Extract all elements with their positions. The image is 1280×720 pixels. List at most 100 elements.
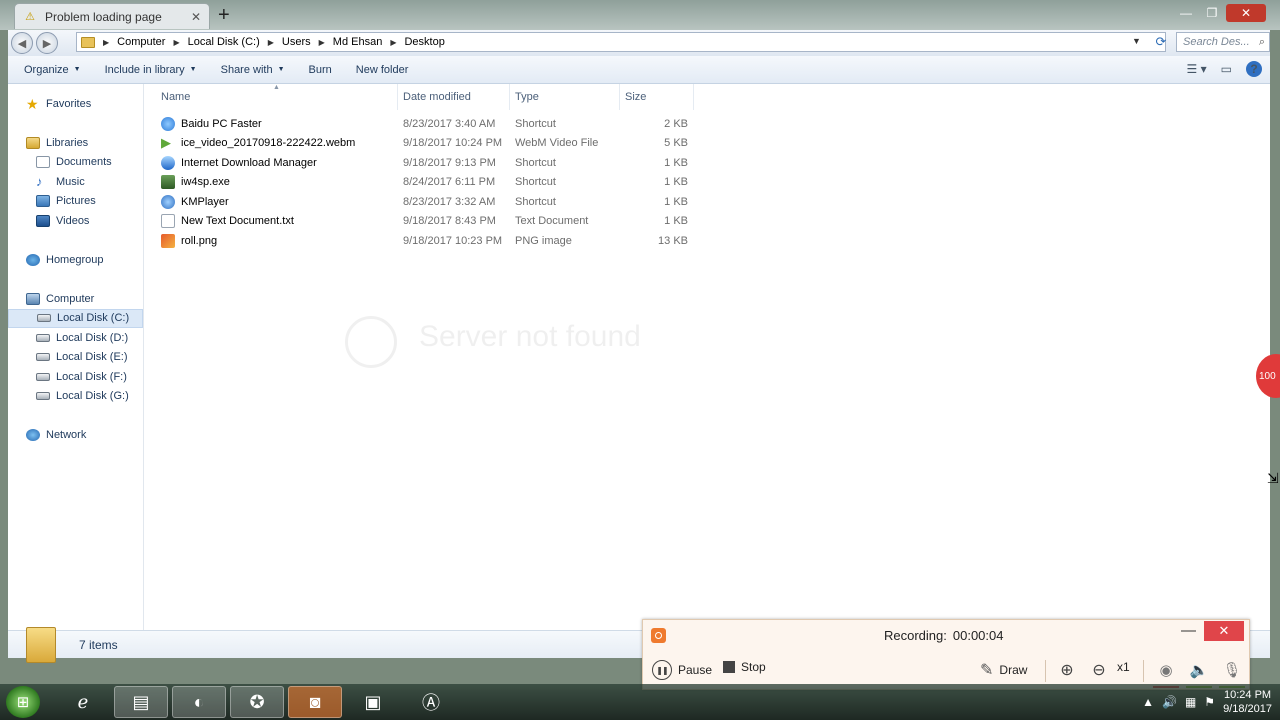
file-date: 8/24/2017 6:11 PM [403,176,496,189]
breadcrumb-item[interactable]: Desktop [404,36,444,48]
file-size: 1 KB [664,215,688,228]
column-header-date[interactable]: Date modified [398,84,510,110]
baidu-icon [161,116,175,131]
view-options-icon[interactable]: ☰ ▾ [1187,62,1207,76]
help-icon[interactable]: ? [1246,61,1262,77]
file-row[interactable]: KMPlayer 8/23/2017 3:32 AM Shortcut 1 KB [145,192,694,212]
burn-button[interactable]: Burn [309,64,332,76]
minimize-button[interactable]: — [1174,4,1198,22]
text-file-icon [161,214,175,229]
browser-tab[interactable]: ⚠ Problem loading page ✕ [14,3,210,29]
include-in-library-menu[interactable]: Include in library ▼ [105,64,197,76]
nav-drive-d[interactable]: Local Disk (D:) [8,328,143,348]
file-list: Baidu PC Faster 8/23/2017 3:40 AM Shortc… [145,114,694,251]
pause-button[interactable]: ❚❚ Pause [652,660,712,680]
internet-explorer-icon[interactable]: ℯ [56,686,110,718]
breadcrumb-chevron-icon[interactable]: ▶ [103,38,109,47]
draw-button[interactable]: ✎ Draw [980,660,1027,680]
maximize-button[interactable]: ❐ [1200,4,1224,22]
nav-label: Pictures [56,195,96,208]
breadcrumb-chevron-icon[interactable]: ▶ [173,38,179,47]
file-row[interactable]: ▶ ice_video_20170918-222422.webm 9/18/201… [145,134,694,154]
recorder-close-button[interactable]: ✕ [1204,621,1244,641]
show-hidden-icons-icon[interactable]: ▲ [1142,695,1154,709]
webcam-icon[interactable]: ◉ [1155,659,1177,681]
file-date: 9/18/2017 8:43 PM [403,215,496,228]
start-button[interactable]: ⊞ [6,686,40,718]
item-count: 7 items [79,638,118,652]
recorder-taskbar-icon[interactable]: ◙ [288,686,342,718]
new-folder-button[interactable]: New folder [356,64,409,76]
preview-pane-icon[interactable]: ▭ [1221,62,1232,76]
column-header-name[interactable]: Name [145,84,398,110]
file-date: 8/23/2017 3:40 AM [403,117,496,130]
nav-favorites[interactable]: ★ Favorites [8,94,143,114]
recorder-minimize-button[interactable]: — [1181,622,1196,639]
search-input[interactable]: Search Des... ⌕ [1176,32,1270,52]
search-placeholder: Search Des... [1183,36,1250,48]
file-explorer-icon[interactable]: ▤ [114,686,168,718]
network-status-icon[interactable]: ▦ [1185,695,1196,709]
speaker-icon[interactable]: 🔈 [1188,659,1210,681]
file-row[interactable]: iw4sp.exe 8/24/2017 6:11 PM Shortcut 1 K… [145,173,694,193]
file-type: Shortcut [515,176,556,189]
file-row[interactable]: New Text Document.txt 9/18/2017 8:43 PM … [145,212,694,232]
volume-icon[interactable]: 🔊 [1162,695,1177,709]
chevron-down-icon: ▼ [189,66,197,73]
nav-documents[interactable]: Documents [8,153,143,173]
homegroup-icon [26,253,40,266]
app-icon[interactable]: ✪ [230,686,284,718]
adobe-reader-icon[interactable]: Ⓐ [404,686,458,718]
nav-drive-f[interactable]: Local Disk (F:) [8,367,143,387]
clock[interactable]: 10:24 PM 9/18/2017 [1223,688,1272,716]
breadcrumb-item[interactable]: Md Ehsan [333,36,383,48]
zoom-out-button[interactable]: ⊖ [1089,660,1109,680]
microphone-icon[interactable]: 🎙 [1221,659,1243,681]
screenshot-tool-icon[interactable]: ▣ [346,686,400,718]
clock-date: 9/18/2017 [1223,703,1272,715]
breadcrumb-item[interactable]: Users [282,36,311,48]
zoom-in-button[interactable]: ⊕ [1057,660,1077,680]
address-bar[interactable]: ▶ Computer ▶ Local Disk (C:) ▶ Users ▶ M… [76,32,1166,52]
nav-drive-e[interactable]: Local Disk (E:) [8,348,143,368]
tab-title: Problem loading page [45,9,162,24]
tab-close-icon[interactable]: ✕ [191,10,201,24]
breadcrumb-chevron-icon[interactable]: ▶ [390,38,396,47]
breadcrumb-chevron-icon[interactable]: ▶ [319,38,325,47]
breadcrumb-item[interactable]: Computer [117,36,165,48]
address-dropdown-icon[interactable]: ▼ [1132,36,1141,46]
stop-button[interactable]: Stop [723,660,766,674]
zoom-in-icon: ⊕ [1060,662,1074,679]
nav-network[interactable]: Network [8,426,143,446]
nav-pictures[interactable]: Pictures [8,192,143,212]
nav-drive-g[interactable]: Local Disk (G:) [8,387,143,407]
zoom-level[interactable]: x1 [1117,660,1130,674]
nav-label: Computer [46,292,95,305]
nav-homegroup[interactable]: Homegroup [8,250,143,270]
file-row[interactable]: Internet Download Manager 9/18/2017 9:13… [145,153,694,173]
firefox-icon[interactable]: ◐ [172,686,226,718]
nav-computer[interactable]: Computer [8,289,143,309]
action-center-icon[interactable]: ⚑ [1204,695,1215,709]
column-header-type[interactable]: Type [510,84,620,110]
breadcrumb-item[interactable]: Local Disk (C:) [188,36,260,48]
star-icon: ★ [26,95,39,112]
share-with-menu[interactable]: Share with ▼ [221,64,285,76]
column-header-size[interactable]: Size [620,84,694,110]
close-window-button[interactable]: ✕ [1226,4,1266,22]
nav-videos[interactable]: Videos [8,211,143,231]
nav-libraries[interactable]: Libraries [8,133,143,153]
refresh-icon[interactable]: ⟳ [1152,33,1170,51]
zoom-out-icon: ⊖ [1092,662,1106,679]
nav-drive-c[interactable]: Local Disk (C:) [8,308,143,328]
file-row[interactable]: roll.png 9/18/2017 10:23 PM PNG image 13… [145,231,694,251]
nav-music[interactable]: ♪ Music [8,172,143,192]
breadcrumb-chevron-icon[interactable]: ▶ [268,38,274,47]
forward-button[interactable]: ▶ [36,32,58,54]
new-tab-button[interactable]: + [218,4,230,26]
nav-label: Homegroup [46,253,104,266]
pencil-icon: ✎ [980,662,994,679]
file-row[interactable]: Baidu PC Faster 8/23/2017 3:40 AM Shortc… [145,114,694,134]
back-button[interactable]: ◀ [11,32,33,54]
organize-menu[interactable]: Organize ▼ [24,64,81,76]
